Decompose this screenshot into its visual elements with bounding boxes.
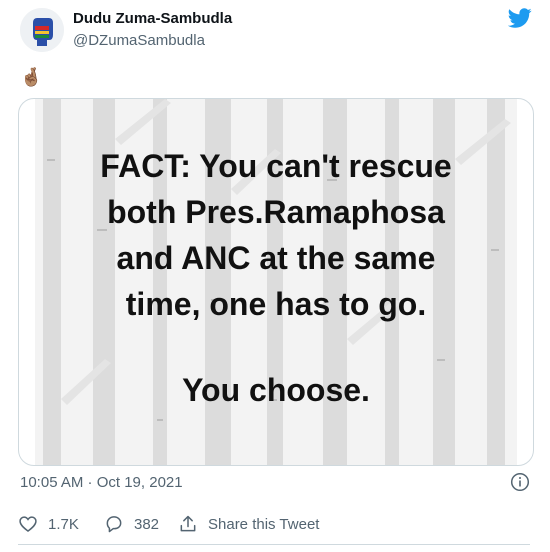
share-button[interactable]: Share this Tweet — [178, 512, 319, 536]
fist-icon — [20, 8, 64, 52]
twitter-bird-icon[interactable] — [508, 6, 532, 30]
tweet-card: Dudu Zuma-Sambudla @DZumaSambudla 🤞🏽 FAC… — [0, 0, 550, 552]
image-caption: FACT: You can't rescue both Pres.Ramapho… — [35, 143, 517, 413]
author-handle[interactable]: @DZumaSambudla — [73, 32, 205, 49]
image-line-choose: You choose. — [182, 372, 370, 408]
tweet-header: Dudu Zuma-Sambudla @DZumaSambudla — [20, 6, 536, 56]
image-line-2: both Pres.Ramaphosa — [107, 194, 445, 230]
reply-icon — [106, 516, 122, 533]
tweet-timestamp[interactable]: 10:05 AM · Oct 19, 2021 — [20, 474, 183, 491]
image-content: FACT: You can't rescue both Pres.Ramapho… — [35, 99, 517, 465]
reply-count: 382 — [134, 515, 160, 533]
divider — [18, 544, 530, 545]
reply-button[interactable]: 382 — [104, 512, 159, 536]
avatar[interactable] — [20, 8, 64, 52]
image-line-4: time, one has to go. — [125, 286, 427, 322]
like-button[interactable]: 1.7K — [18, 512, 79, 536]
author-name[interactable]: Dudu Zuma-Sambudla — [73, 10, 232, 27]
heart-icon — [19, 516, 37, 533]
share-label: Share this Tweet — [208, 515, 320, 533]
share-icon — [180, 515, 196, 532]
image-line-3: and ANC at the same — [116, 240, 436, 276]
tweet-text: 🤞🏽 — [20, 67, 43, 87]
image-line-1: FACT: You can't rescue — [100, 148, 452, 184]
tweet-actions: 1.7K 382 Share this Tweet — [18, 512, 530, 536]
info-icon[interactable] — [510, 472, 530, 492]
tweet-image[interactable]: FACT: You can't rescue both Pres.Ramapho… — [18, 98, 534, 466]
like-count: 1.7K — [48, 515, 79, 533]
